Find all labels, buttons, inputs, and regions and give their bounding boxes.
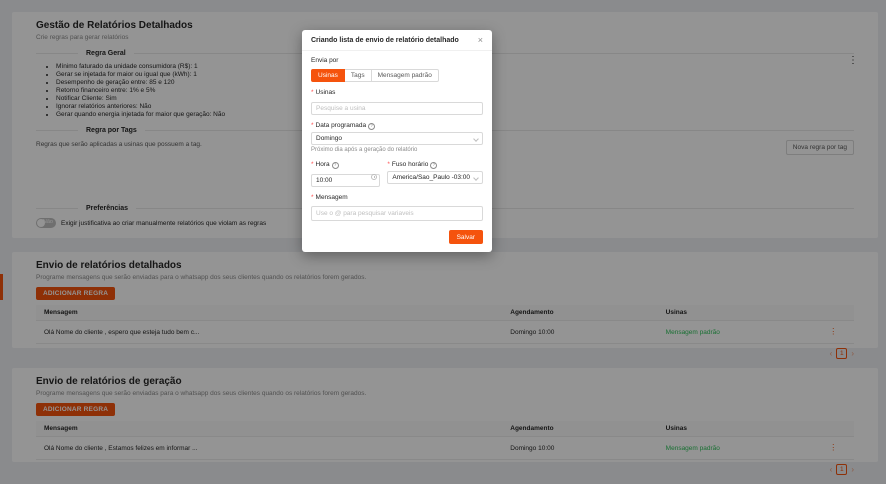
page: Gestão de Relatórios Detalhados Crie reg… bbox=[0, 0, 886, 484]
chevron-down-icon bbox=[473, 175, 479, 181]
question-circle-icon: ? bbox=[368, 122, 376, 130]
required-asterisk: * bbox=[311, 89, 314, 96]
hora-input[interactable] bbox=[311, 174, 381, 187]
required-asterisk: * bbox=[311, 194, 314, 201]
question-circle-icon: ? bbox=[430, 161, 438, 169]
usinas-field-label: Usinas bbox=[315, 89, 336, 96]
required-asterisk: * bbox=[311, 122, 314, 129]
required-asterisk: * bbox=[387, 161, 390, 168]
save-button[interactable]: Salvar bbox=[448, 230, 483, 244]
message-input[interactable] bbox=[311, 206, 483, 221]
scheduled-date-label: Data programada bbox=[315, 122, 367, 129]
question-circle-icon: ? bbox=[331, 161, 339, 169]
send-by-option-tags[interactable]: Tags bbox=[343, 69, 372, 82]
scheduled-date-value: Domingo bbox=[316, 135, 343, 142]
close-icon[interactable]: × bbox=[478, 36, 483, 45]
scheduled-date-select[interactable]: Domingo bbox=[311, 132, 483, 145]
send-by-option-usinas[interactable]: Usinas bbox=[311, 69, 345, 82]
hora-label: Hora bbox=[315, 161, 330, 168]
timezone-value: America/Sao_Paulo -03:00 bbox=[392, 174, 470, 181]
send-by-label: Envia por bbox=[311, 57, 339, 64]
timezone-label: Fuso horário bbox=[391, 161, 429, 168]
modal-title: Criando lista de envio de relatório deta… bbox=[311, 37, 459, 44]
send-by-option-default-message[interactable]: Mensagem padrão bbox=[370, 69, 439, 82]
timezone-select[interactable]: America/Sao_Paulo -03:00 bbox=[387, 171, 483, 184]
usinas-search-input[interactable] bbox=[311, 102, 483, 115]
required-asterisk: * bbox=[311, 161, 314, 168]
chevron-down-icon bbox=[473, 136, 479, 142]
message-field-label: Mensagem bbox=[315, 194, 348, 201]
send-by-radio-group: Usinas Tags Mensagem padrão bbox=[311, 69, 483, 82]
scheduled-date-hint: Próximo dia após a geração do relatório bbox=[311, 147, 418, 153]
create-send-list-modal: Criando lista de envio de relatório deta… bbox=[302, 30, 492, 252]
